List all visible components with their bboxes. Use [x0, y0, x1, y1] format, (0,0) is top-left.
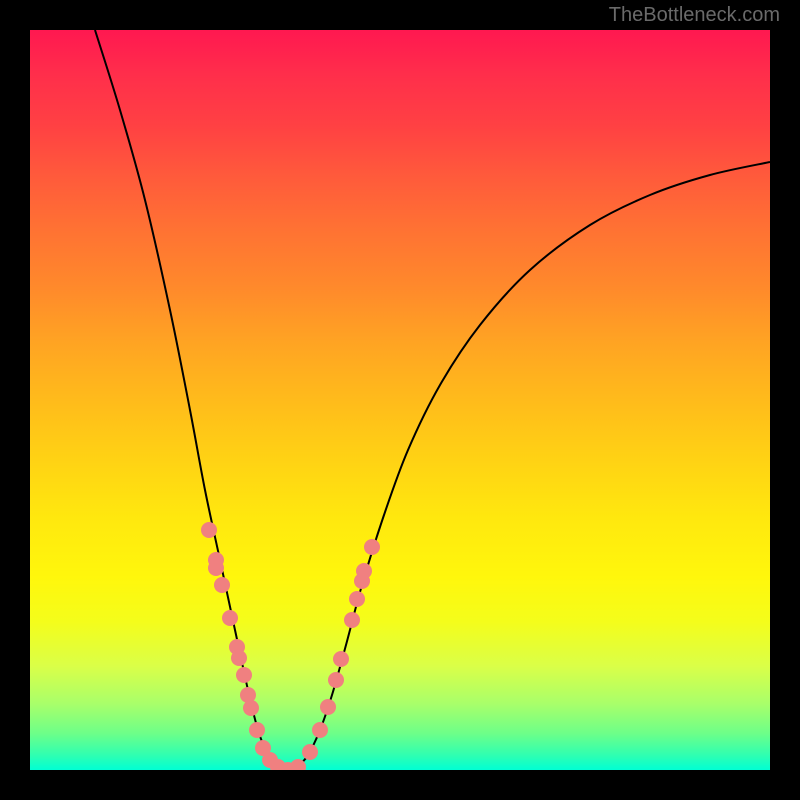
data-point	[349, 591, 365, 607]
data-point	[208, 560, 224, 576]
data-point	[328, 672, 344, 688]
data-point	[312, 722, 328, 738]
data-point	[364, 539, 380, 555]
watermark-text: TheBottleneck.com	[609, 4, 780, 27]
chart-svg	[30, 30, 770, 770]
data-dots	[201, 522, 380, 770]
data-point	[356, 563, 372, 579]
data-point	[333, 651, 349, 667]
curve-right	[288, 162, 770, 770]
data-point	[222, 610, 238, 626]
data-point	[249, 722, 265, 738]
curve-left	[95, 30, 288, 770]
data-point	[236, 667, 252, 683]
data-point	[201, 522, 217, 538]
data-point	[243, 700, 259, 716]
data-point	[231, 650, 247, 666]
data-point	[320, 699, 336, 715]
data-point	[302, 744, 318, 760]
chart-plot-area	[30, 30, 770, 770]
data-point	[214, 577, 230, 593]
data-point	[344, 612, 360, 628]
